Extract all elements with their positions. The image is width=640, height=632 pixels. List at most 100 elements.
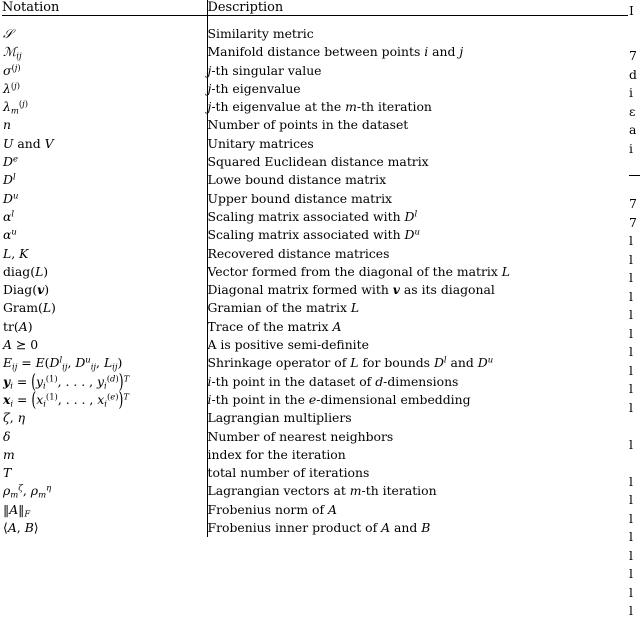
fragment-text: l (629, 474, 633, 489)
table-row: 𝒮 Similarity metric (2, 25, 628, 44)
description-cell: Number of nearest neighbors (206, 427, 628, 446)
table-row: tr(A) Trace of the matrix A (2, 317, 628, 337)
fragment-text: l (629, 566, 633, 581)
description-cell: i-th point in the e-dimensional embeddin… (206, 390, 628, 410)
description-cell: Lowe bound distance matrix (206, 171, 628, 190)
notation-table-page: Notation Description 𝒮 Similarity metric ℳ… (0, 0, 640, 632)
fragment-text: l (629, 585, 633, 600)
description-cell: Vector formed from the diagonal of the m… (206, 262, 628, 282)
notation-cell: Diag(v) (3, 282, 50, 298)
fragment-text: l (629, 603, 633, 618)
description-cell: j-th singular value (206, 61, 628, 80)
description-cell: Scaling matrix associated with Du (206, 226, 628, 245)
notation-cell: ρmζ, ρmη (3, 482, 52, 500)
fragment-text: l (629, 252, 633, 267)
description-cell: total number of iterations (206, 464, 628, 483)
fragment-text: l (629, 381, 633, 396)
fragment-text: l (629, 326, 633, 341)
fragment-text: l (629, 511, 633, 526)
header-spacer-row (2, 16, 628, 25)
description-cell: Lagrangian vectors at m-th iteration (206, 482, 628, 501)
fragment-text: i (629, 141, 633, 156)
table-row: αl Scaling matrix associated with Dl (2, 207, 628, 227)
notation-cell: αl (3, 208, 15, 224)
fragment-text: 7 (629, 215, 637, 230)
fragment-text: 7 (629, 196, 637, 211)
header-notation: Notation (2, 0, 60, 15)
fragment-text: a (629, 122, 637, 137)
table-row: xi = (xi(1), . . . , xi(e))T i-th point i… (2, 387, 628, 411)
fragment-text: l (629, 270, 633, 285)
notation-cell: ‖A‖F (3, 501, 31, 519)
fragment-text: l (629, 548, 633, 563)
fragment-text: l (629, 344, 633, 359)
description-cell: Lagrangian multipliers (206, 409, 628, 428)
fragment-rule (629, 175, 640, 176)
description-cell: j-th eigenvalue at the m-th iteration (206, 98, 628, 117)
fragment-text: l (629, 307, 633, 322)
description-cell: Gramian of the matrix L (206, 299, 628, 318)
description-cell: Shrinkage operator of L for bounds Dl an… (206, 354, 628, 373)
table-row: αu Scaling matrix associated with Du (2, 226, 628, 245)
table-row: ⟨A, B⟩ Frobenius inner product of A and B (2, 519, 628, 538)
description-cell: Recovered distance matrices (206, 244, 628, 263)
fragment-text: l (629, 289, 633, 304)
description-cell: Diagonal matrix formed with v as its dia… (206, 281, 628, 300)
description-cell: Number of points in the dataset (206, 116, 628, 135)
notation-cell: T (3, 465, 12, 481)
table-row: λ(j) j-th eigenvalue (2, 79, 628, 99)
table-row: Gram(L) Gramian of the matrix L (2, 299, 628, 318)
notation-cell: ⟨A, B⟩ (3, 520, 39, 536)
right-edge-fragment: I7diεai77lllllllllllllllllll (629, 0, 640, 632)
fragment-text: l (629, 437, 633, 452)
notation-cell: 𝒮 (3, 26, 13, 41)
description-cell: Manifold distance between points i and j (206, 43, 628, 62)
fragment-text: l (629, 400, 633, 415)
table-header-row: Notation Description (2, 0, 628, 16)
description-cell: Frobenius norm of A (206, 500, 628, 520)
notation-cell: λm(j) (3, 98, 29, 116)
table-row: L, K Recovered distance matrices (2, 244, 628, 263)
notation-cell: Dl (3, 171, 16, 188)
table-row: U and V Unitary matrices (2, 134, 628, 154)
notation-cell: U and V (3, 135, 54, 151)
description-cell: Frobenius inner product of A and B (206, 519, 628, 538)
description-cell: Similarity metric (206, 25, 628, 44)
fragment-text: l (629, 492, 633, 507)
notation-cell: xi = (xi(1), . . . , xi(e))T (3, 387, 129, 411)
description-cell: A is positive semi-definite (206, 336, 628, 355)
spacer-right (206, 16, 628, 25)
notation-cell: n (3, 117, 11, 133)
notation-cell: ℳij (3, 44, 22, 61)
notation-table: Notation Description 𝒮 Similarity metric ℳ… (2, 0, 628, 538)
notation-table-body: Notation Description 𝒮 Similarity metric ℳ… (2, 0, 628, 538)
table-row: δ Number of nearest neighbors (2, 427, 628, 446)
notation-cell: σ(j) (3, 61, 21, 78)
description-cell: Trace of the matrix A (206, 317, 628, 337)
description-cell: Scaling matrix associated with Dl (206, 207, 628, 227)
notation-cell: A ⪰ 0 (3, 337, 39, 353)
header-description: Description (206, 0, 628, 16)
table-row: Ttotal number of iterations (2, 464, 628, 483)
table-row: De Squared Euclidean distance matrix (2, 153, 628, 172)
table-row: m index for the iteration (2, 445, 628, 465)
table-row: σ(j) j-th singular value (2, 61, 628, 80)
fragment-text: l (629, 363, 633, 378)
table-row: ζ, η Lagrangian multipliers (2, 409, 628, 428)
table-row: Diag(v) Diagonal matrix formed with v as … (2, 281, 628, 300)
notation-cell: λ(j) (3, 80, 21, 96)
table-row: ρmζ, ρmη Lagrangian vectors at m-th itera… (2, 482, 628, 501)
notation-cell: L, K (3, 245, 29, 261)
notation-cell: αu (3, 226, 17, 243)
fragment-text: i (629, 85, 633, 100)
description-cell: j-th eigenvalue (206, 79, 628, 99)
notation-cell: diag(L) (3, 263, 49, 279)
notation-cell: m (3, 446, 15, 462)
fragment-text: 7 (629, 48, 637, 63)
fragment-text: d (629, 67, 637, 82)
notation-cell: Gram(L) (3, 300, 56, 316)
notation-cell: δ (3, 428, 11, 444)
fragment-text: l (629, 529, 633, 544)
table-row: λm(j) j-th eigenvalue at the m-th iterati… (2, 98, 628, 117)
fragment-text: I (629, 3, 634, 18)
